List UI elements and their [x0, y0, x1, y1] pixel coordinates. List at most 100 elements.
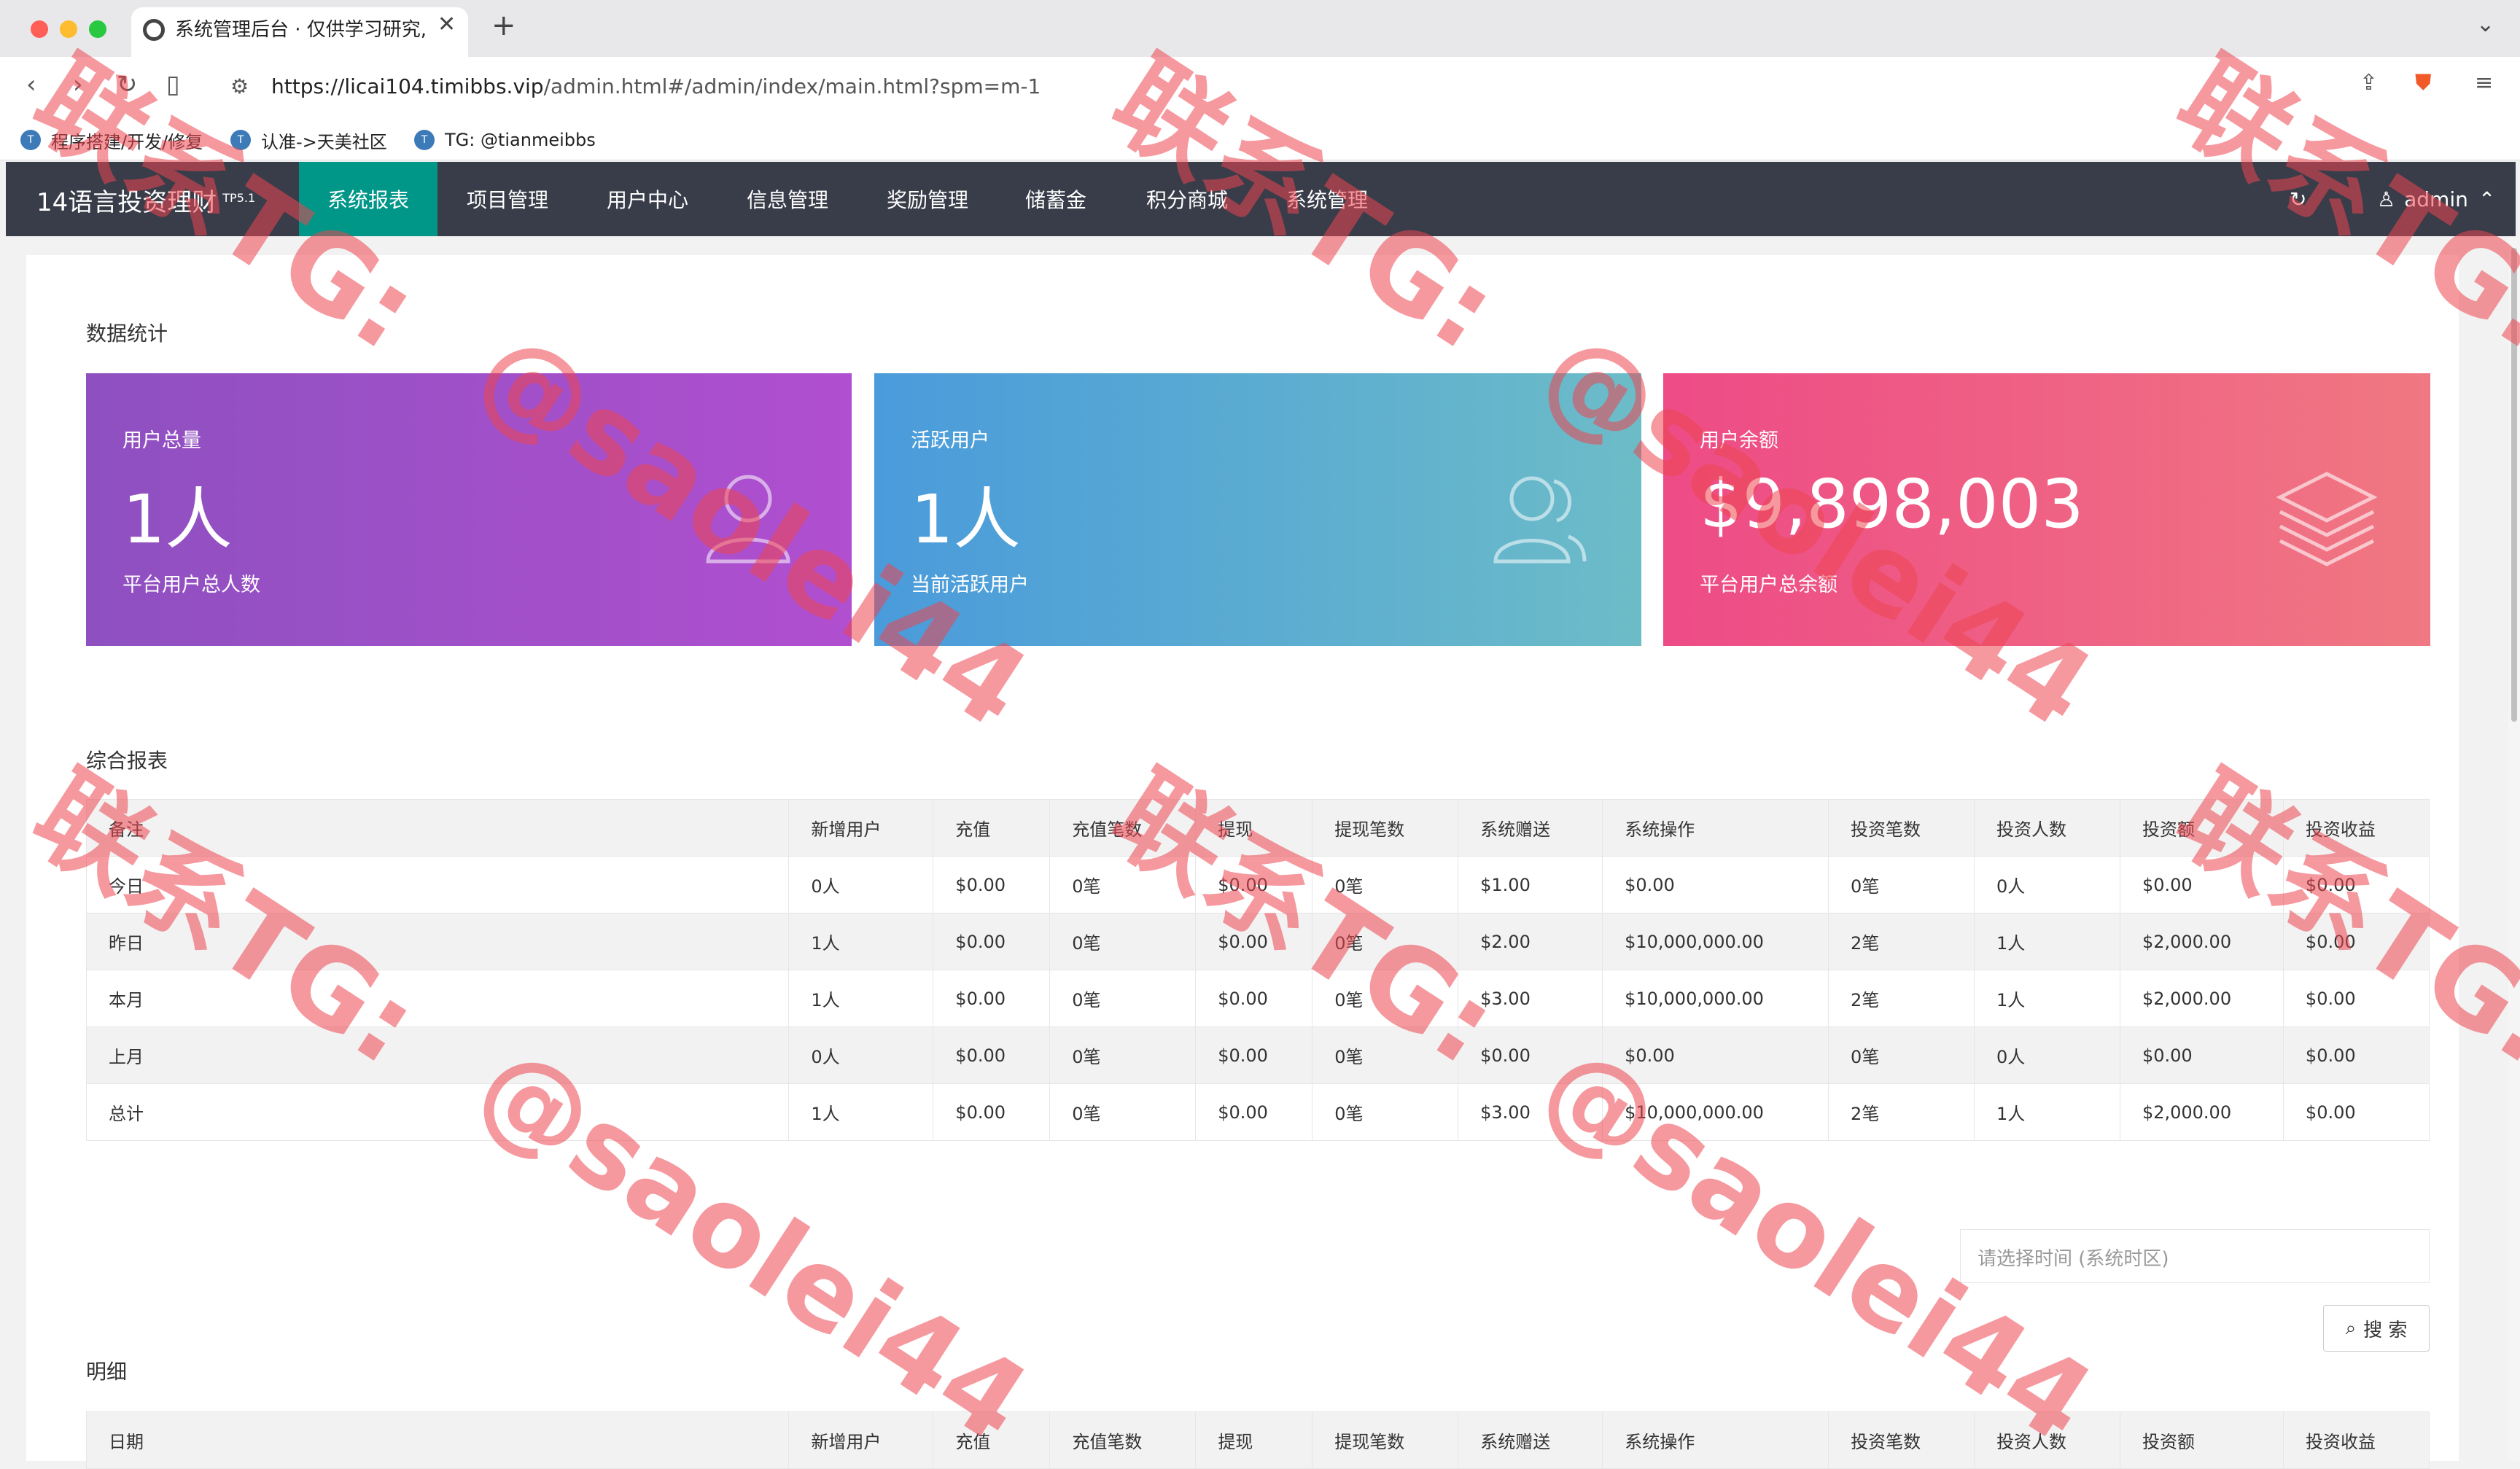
- table-cell: 0笔: [1312, 1083, 1459, 1141]
- stat-label: 用户余额: [1700, 429, 1778, 452]
- nav-item-savings[interactable]: 储蓄金: [998, 162, 1114, 236]
- stat-value: 1人: [122, 480, 233, 558]
- stat-card-user-balance: 用户余额 $9,898,003 平台用户总余额: [1663, 373, 2430, 646]
- search-button[interactable]: ⌕ 搜 索: [2323, 1305, 2430, 1352]
- table-cell: 2笔: [1828, 1083, 1975, 1141]
- table-cell: 2笔: [1828, 970, 1975, 1027]
- table-cell: 0笔: [1049, 1026, 1197, 1084]
- nav-item-projects[interactable]: 项目管理: [438, 162, 578, 236]
- table-cell: 1人: [788, 1083, 934, 1141]
- table-cell: $2,000.00: [2119, 970, 2284, 1027]
- bookmark-item[interactable]: T TG: @tianmeibbs: [414, 125, 596, 155]
- stat-value: 1人: [911, 480, 1021, 558]
- table-cell: 0笔: [1049, 856, 1197, 913]
- close-window-button[interactable]: [31, 20, 48, 38]
- users-icon: [706, 475, 790, 564]
- column-header: 系统赠送: [1458, 1411, 1603, 1469]
- table-cell: $0.00: [2282, 970, 2430, 1027]
- nav-item-info[interactable]: 信息管理: [718, 162, 858, 236]
- table-cell: 本月: [85, 970, 790, 1027]
- table-cell: 昨日: [85, 913, 790, 970]
- table-cell: 0笔: [1312, 856, 1459, 913]
- table-cell: $0.00: [1195, 856, 1313, 913]
- bookmark-favicon-icon: T: [20, 130, 41, 150]
- bookmark-icon[interactable]: ▯: [166, 70, 180, 99]
- user-icon: ♙: [2377, 187, 2396, 211]
- table-row: 上月 0人 $0.00 0笔 $0.00 0笔 $0.00 $0.00 0笔 0…: [85, 1026, 2430, 1084]
- column-header: 投资笔数: [1828, 799, 1975, 857]
- table-cell: $10,000,000.00: [1602, 1083, 1829, 1141]
- menu-icon[interactable]: ≡: [2475, 70, 2493, 96]
- table-cell: $0.00: [1602, 856, 1829, 913]
- column-header: 投资收益: [2282, 1411, 2430, 1469]
- table-cell: 1人: [788, 913, 934, 970]
- reload-icon[interactable]: ↻: [117, 70, 138, 99]
- table-cell: $0.00: [1602, 1026, 1829, 1084]
- table-cell: $0.00: [933, 1083, 1051, 1141]
- table-row: 今日 0人 $0.00 0笔 $0.00 0笔 $1.00 $0.00 0笔 0…: [85, 856, 2430, 913]
- tab-list-chevron-icon[interactable]: ⌄: [2476, 12, 2494, 37]
- stat-desc: 平台用户总人数: [122, 574, 260, 596]
- stats-title: 数据统计: [86, 322, 168, 346]
- site-settings-icon[interactable]: ⚙: [230, 74, 249, 98]
- bookmark-item[interactable]: T 程序搭建/开发/修复: [20, 125, 203, 155]
- column-header: 充值: [933, 799, 1051, 857]
- nav-item-reports[interactable]: 系统报表: [299, 162, 438, 236]
- table-cell: $0.00: [2282, 856, 2430, 913]
- column-header: 投资收益: [2282, 799, 2430, 857]
- scrollbar-thumb[interactable]: [2511, 248, 2517, 722]
- nav-item-users[interactable]: 用户中心: [578, 162, 718, 236]
- table-cell: $10,000,000.00: [1602, 913, 1829, 970]
- table-cell: $0.00: [1195, 970, 1313, 1027]
- table-cell: 1人: [1974, 970, 2120, 1027]
- zoom-window-button[interactable]: [89, 20, 106, 38]
- detail-title: 明细: [86, 1360, 128, 1384]
- column-header: 系统赠送: [1458, 799, 1603, 857]
- column-header: 充值笔数: [1049, 1411, 1197, 1469]
- column-header: 充值笔数: [1049, 799, 1197, 857]
- table-header-row: 备注 新增用户 充值 充值笔数 提现 提现笔数 系统赠送 系统操作 投资笔数 投…: [85, 799, 2430, 857]
- bookmark-favicon-icon: T: [414, 130, 435, 150]
- back-icon[interactable]: ‹: [26, 70, 36, 99]
- user-name: admin: [2404, 187, 2468, 211]
- table-cell: $0.00: [1195, 913, 1313, 970]
- table-cell: $0.00: [1195, 1026, 1313, 1084]
- column-header: 备注: [85, 799, 790, 857]
- table-cell: $3.00: [1458, 970, 1603, 1027]
- refresh-icon[interactable]: ↻: [2290, 162, 2306, 236]
- url-text[interactable]: https://licai104.timibbs.vip/admin.html#…: [271, 74, 1041, 98]
- tab-title: 系统管理后台 · 仅供学习研究,: [175, 19, 427, 41]
- table-row: 昨日 1人 $0.00 0笔 $0.00 0笔 $2.00 $10,000,00…: [85, 913, 2430, 970]
- share-icon[interactable]: ⇪: [2360, 70, 2378, 96]
- bookmark-item[interactable]: T 认准->天美社区: [230, 125, 387, 155]
- table-header-row: 日期 新增用户 充值 充值笔数 提现 提现笔数 系统赠送 系统操作 投资笔数 投…: [85, 1411, 2430, 1469]
- table-cell: $2.00: [1458, 913, 1603, 970]
- table-cell: 0笔: [1312, 970, 1459, 1027]
- column-header: 提现: [1195, 799, 1313, 857]
- nav-item-system[interactable]: 系统管理: [1260, 162, 1394, 236]
- table-cell: $0.00: [2282, 1083, 2430, 1141]
- table-cell: $0.00: [933, 913, 1051, 970]
- table-cell: $0.00: [1195, 1083, 1313, 1141]
- new-tab-icon[interactable]: +: [491, 9, 516, 42]
- table-cell: $0.00: [2282, 1026, 2430, 1084]
- layers-icon: [2276, 472, 2378, 566]
- stat-value: $9,898,003: [1700, 465, 2084, 543]
- nav-item-rewards[interactable]: 奖励管理: [858, 162, 998, 236]
- stat-label: 活跃用户: [911, 429, 989, 452]
- column-header: 系统操作: [1602, 1411, 1829, 1469]
- table-row: 本月 1人 $0.00 0笔 $0.00 0笔 $3.00 $10,000,00…: [85, 970, 2430, 1027]
- column-header: 投资人数: [1974, 1411, 2121, 1469]
- table-cell: $0.00: [2119, 856, 2284, 913]
- shield-icon[interactable]: ⛊: [2415, 70, 2432, 96]
- stat-desc: 当前活跃用户: [911, 574, 1029, 596]
- tab-close-icon[interactable]: ✕: [438, 12, 456, 37]
- forward-icon[interactable]: ›: [73, 70, 83, 99]
- stat-card-active-users: 活跃用户 1人 当前活跃用户: [874, 373, 1641, 646]
- minimize-window-button[interactable]: [60, 20, 77, 38]
- nav-item-points-mall[interactable]: 积分商城: [1114, 162, 1260, 236]
- search-button-label: 搜 索: [2363, 1319, 2408, 1341]
- user-menu[interactable]: ♙ admin ⌃: [2377, 162, 2495, 236]
- table-cell: $0.00: [2282, 913, 2430, 970]
- table-cell: 上月: [85, 1026, 790, 1084]
